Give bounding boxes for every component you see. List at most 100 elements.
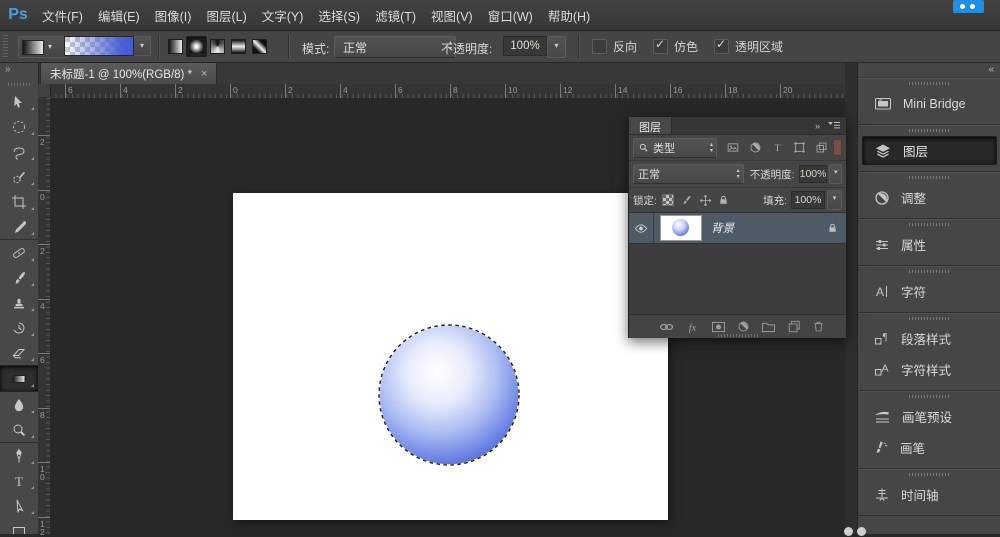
history-brush-tool[interactable] [0,315,38,340]
eye-icon[interactable] [634,223,648,234]
layer-fill-field[interactable]: 100% [791,191,825,209]
menu-item[interactable]: 帮助(H) [548,6,590,25]
dock-group-grip-icon[interactable] [909,473,951,476]
menu-item[interactable]: 文字(Y) [262,6,304,25]
menu-item[interactable]: 窗口(W) [488,6,533,25]
lock-transparency-icon[interactable] [662,194,674,206]
dock-item-mini-bridge[interactable]: Mini Bridge [862,89,997,118]
quick-select-tool[interactable] [0,164,38,189]
gradient-tool[interactable] [0,365,38,392]
tool-preset-picker[interactable]: ▾ [18,36,68,58]
checkbox-icon[interactable] [592,39,607,54]
add-layer-mask-icon[interactable] [711,321,726,333]
eyedropper-tool[interactable] [0,214,38,239]
gradient-editor[interactable]: ▾ [64,36,151,56]
menu-item[interactable]: 图像(I) [155,6,192,25]
layer-style-fx-icon[interactable]: fx [685,321,700,333]
options-bar-grip-icon[interactable] [3,35,8,57]
gradient-picker-caret[interactable]: ▾ [134,36,151,56]
checkbox-icon[interactable] [714,39,729,54]
pen-tool[interactable] [0,442,38,468]
layer-filtering-toggle[interactable] [833,139,842,156]
lasso-tool[interactable] [0,139,38,164]
direct-select-tool[interactable] [0,493,38,518]
marquee-tool[interactable] [0,114,38,139]
toolbox-collapse-icon[interactable]: » [0,62,38,79]
toolbox-grip-icon[interactable] [8,83,30,86]
new-adjustment-layer-icon[interactable] [737,320,750,333]
healing-brush-tool[interactable] [0,239,38,265]
layer-row[interactable]: 背景 [629,213,846,244]
angle-gradient-button[interactable] [207,36,228,57]
visibility-cell[interactable] [629,213,654,243]
filter-smart-objects-icon[interactable] [815,141,828,154]
reflected-gradient-button[interactable] [228,36,249,57]
dodge-tool[interactable] [0,417,38,442]
dock-item-timeline[interactable]: 时间轴 [862,480,997,509]
new-layer-icon[interactable] [787,320,801,333]
dock-item-character[interactable]: A字符 [862,277,997,306]
dock-item-brush-panel[interactable]: 画笔 [862,433,997,462]
panel-collapse-icon[interactable]: » [815,121,820,131]
menu-item[interactable]: 编辑(E) [98,6,140,25]
filter-pixel-layers-icon[interactable] [726,141,740,154]
brush-tool[interactable] [0,265,38,290]
layer-blend-mode-select[interactable]: 正常 ▴▾ [633,164,744,184]
layers-panel-tab[interactable]: 图层 [629,117,672,134]
dock-item-paragraph-styles[interactable]: ¶段落样式 [862,324,997,353]
lock-all-icon[interactable] [718,194,729,206]
opacity-caret-button[interactable]: ▾ [547,36,566,58]
linear-gradient-button[interactable] [165,36,186,57]
filter-type-layers-icon[interactable]: T [771,141,784,154]
layer-filter-type-select[interactable]: 类型 ▴▾ [633,138,717,158]
link-layers-icon[interactable] [659,322,674,332]
lock-pixels-icon[interactable] [680,194,693,207]
checkbox-仿色[interactable]: 仿色 [653,38,698,55]
layer-thumbnail[interactable] [660,215,702,241]
clone-stamp-tool[interactable] [0,290,38,315]
dock-group-grip-icon[interactable] [909,129,951,132]
filter-shape-layers-icon[interactable] [793,141,806,154]
layer-opacity-caret[interactable]: ▾ [829,164,842,184]
dock-item-brush-presets[interactable]: 画笔预设 [862,402,997,431]
dock-group-grip-icon[interactable] [909,317,951,320]
menu-item[interactable]: 视图(V) [431,6,473,25]
panel-menu-icon[interactable] [827,121,841,130]
blur-tool[interactable] [0,392,38,417]
collapsed-dock-dots-icon[interactable] [842,525,874,537]
dock-item-adjustments[interactable]: 调整 [862,183,997,212]
dock-item-layers[interactable]: 图层 [862,136,997,165]
dock-item-properties[interactable]: 属性 [862,230,997,259]
new-group-icon[interactable] [761,321,776,333]
dock-group-grip-icon[interactable] [909,270,951,273]
checkbox-反向[interactable]: 反向 [592,38,637,55]
checkbox-icon[interactable] [653,39,668,54]
document-canvas[interactable] [233,193,668,520]
dock-collapse-icon[interactable]: « [988,64,994,75]
shape-rect-tool[interactable] [0,518,38,534]
dock-item-character-styles[interactable]: A字符样式 [862,355,997,384]
menu-item[interactable]: 文件(F) [42,6,83,25]
menu-item[interactable]: 选择(S) [318,6,360,25]
dock-group-grip-icon[interactable] [909,176,951,179]
document-tab[interactable]: 未标题-1 @ 100%(RGB/8) * × [40,62,217,84]
selection-ellipse[interactable] [369,315,529,475]
layer-fill-caret[interactable]: ▾ [827,190,842,210]
dock-group-grip-icon[interactable] [909,82,951,85]
radial-gradient-button[interactable] [186,36,207,57]
delete-layer-icon[interactable] [812,320,825,333]
dock-group-grip-icon[interactable] [909,223,951,226]
tab-close-icon[interactable]: × [201,68,207,80]
dock-group-grip-icon[interactable] [909,395,951,398]
diamond-gradient-button[interactable] [249,36,270,57]
crop-tool[interactable] [0,189,38,214]
lock-position-icon[interactable] [699,194,712,207]
menu-item[interactable]: 滤镜(T) [375,6,416,25]
move-tool[interactable] [0,89,38,114]
filter-adjustment-layers-icon[interactable] [749,141,762,154]
gradient-preview-swatch[interactable] [64,36,134,56]
menu-item[interactable]: 图层(L) [206,6,246,25]
blend-mode-select[interactable]: 正常 ▴▾ [334,36,456,58]
opacity-value-field[interactable]: 100% [503,36,547,56]
layer-opacity-field[interactable]: 100% [799,165,828,183]
